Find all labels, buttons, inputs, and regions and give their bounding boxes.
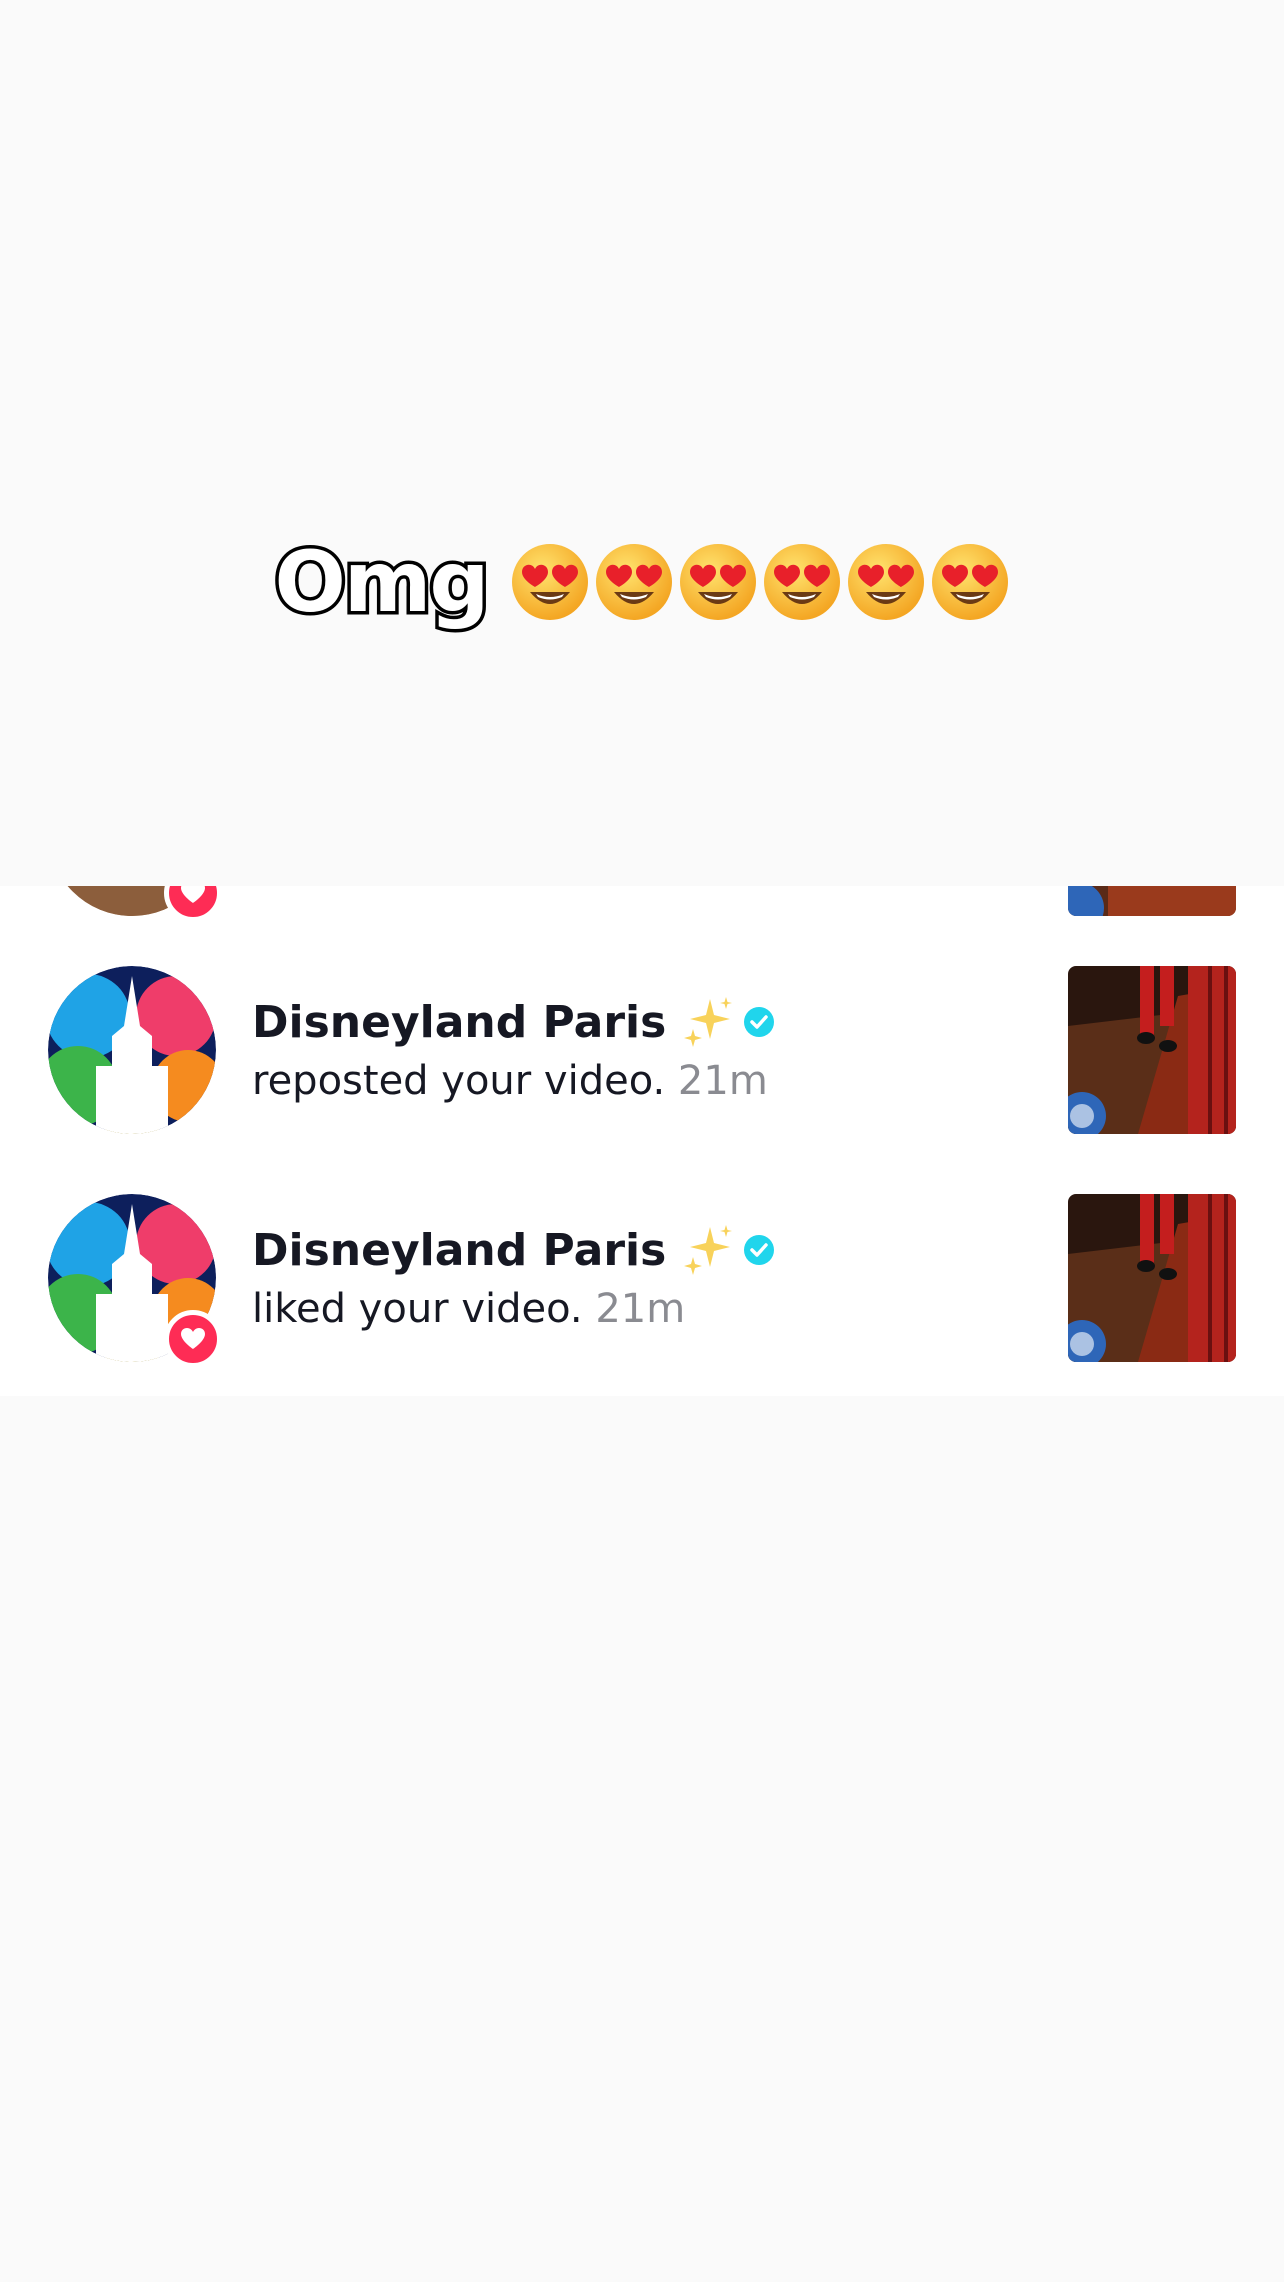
caption-text: Omg <box>271 533 493 631</box>
heart-eyes-emoji-icon <box>847 544 924 620</box>
video-thumbnail[interactable] <box>1068 1194 1236 1362</box>
notification-text: Disneyland Paris liked your video. 21m <box>252 1222 776 1332</box>
list-item-partial[interactable] <box>0 886 1284 922</box>
sparkles-icon <box>684 1225 733 1275</box>
heart-badge <box>164 886 222 922</box>
timestamp: 21m <box>595 1286 686 1332</box>
notification-action: liked your video. 21m <box>252 1286 776 1332</box>
heart-icon <box>181 1328 205 1349</box>
timestamp: 21m <box>677 1058 768 1104</box>
avatar[interactable] <box>48 1194 222 1368</box>
account-name[interactable]: Disneyland Paris <box>252 997 666 1048</box>
castle-logo-avatar <box>48 966 216 1134</box>
heart-eyes-emoji-icon <box>931 544 1008 620</box>
verified-badge-icon <box>744 1007 775 1037</box>
caption-emoji-row <box>510 542 1010 622</box>
avatar[interactable] <box>48 886 222 922</box>
heart-eyes-emoji-icon <box>679 544 756 620</box>
avatar[interactable] <box>48 966 216 1134</box>
heart-badge <box>164 1310 222 1368</box>
heart-icon <box>181 886 205 903</box>
screen: Omg Disneyland Paris reposted your video… <box>0 0 1284 2282</box>
account-name[interactable]: Disneyland Paris <box>252 1225 666 1276</box>
heart-eyes-emoji-icon <box>511 544 588 620</box>
video-caption: Omg <box>0 533 1284 631</box>
sparkles-icon <box>684 997 733 1047</box>
notification-action: reposted your video. 21m <box>252 1058 776 1104</box>
heart-eyes-emoji-icon <box>595 544 672 620</box>
video-thumbnail[interactable] <box>1068 886 1236 916</box>
action-text: reposted your video. <box>252 1058 666 1104</box>
heart-eyes-emoji-icon <box>763 544 840 620</box>
list-item[interactable]: Disneyland Paris reposted your video. 21… <box>0 966 1284 1136</box>
notification-list: Disneyland Paris reposted your video. 21… <box>0 886 1284 1396</box>
verified-badge-icon <box>744 1235 775 1265</box>
video-thumbnail[interactable] <box>1068 966 1236 1134</box>
notification-text: Disneyland Paris reposted your video. 21… <box>252 994 776 1104</box>
action-text: liked your video. <box>252 1286 583 1332</box>
list-item[interactable]: Disneyland Paris liked your video. 21m <box>0 1194 1284 1368</box>
